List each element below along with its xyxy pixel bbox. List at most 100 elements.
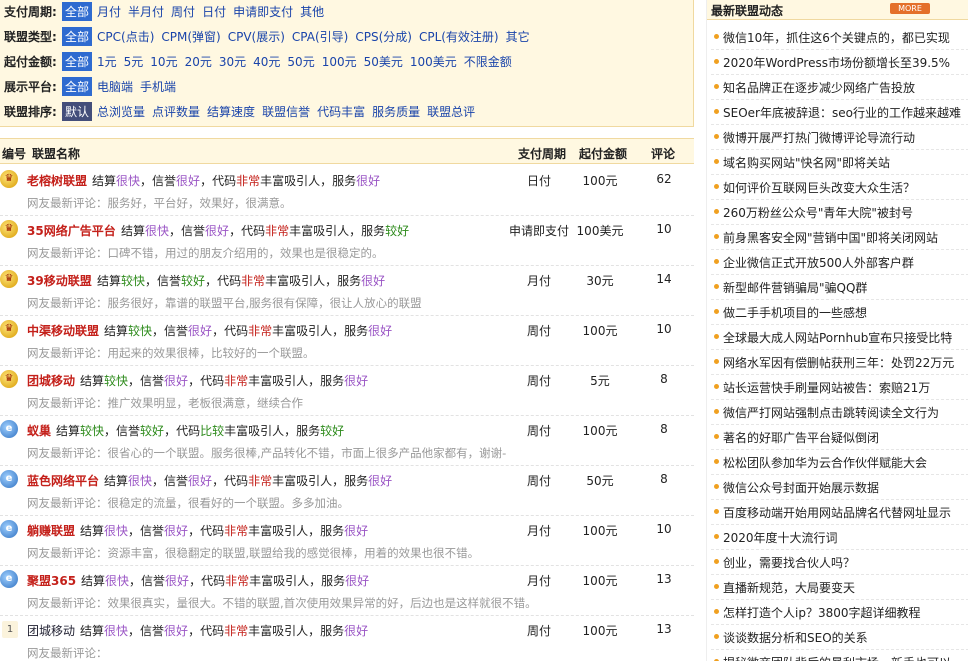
filter-option[interactable]: 点评数量 [152,103,200,120]
filter-option[interactable]: 代码丰富 [317,103,365,120]
news-item[interactable]: 企业微信正式开放500人外部客户群 [711,250,968,275]
alliance-name-link[interactable]: 老榕树联盟 [27,172,87,189]
news-link[interactable]: 260万粉丝公众号"青年大院"被封号 [723,204,913,221]
news-link[interactable]: 揭秘微商团队背后的暴利市场，新手也可以 [723,654,951,661]
news-item[interactable]: 微博开展严打热门微博评论导流行动 [711,125,968,150]
news-link[interactable]: 2020年WordPress市场份额增长至39.5% [723,54,950,71]
filter-option[interactable]: 周付 [171,3,195,20]
news-item[interactable]: 百度移动端开始用网站品牌名代替网址显示 [711,500,968,525]
table-row[interactable]: e 蓝色网络平台 结算很快，信誉很好，代码非常丰富吸引人，服务很好 网友最新评论… [0,466,694,516]
table-row[interactable]: e 蚁巢 结算较快，信誉较好，代码比较丰富吸引人，服务较好 网友最新评论：很省心… [0,416,694,466]
news-item[interactable]: 怎样打造个人ip？3800字超详细教程 [711,600,968,625]
news-link[interactable]: 知名品牌正在逐步减少网络广告投放 [723,79,915,96]
alliance-name-link[interactable]: 中渠移动联盟 [27,322,99,339]
filter-option[interactable]: 日付 [202,3,226,20]
filter-option[interactable]: CPC(点击) [97,28,154,45]
review-count[interactable]: 62 [648,172,680,186]
more-button[interactable]: MORE [890,3,930,14]
review-count[interactable]: 10 [648,222,680,236]
filter-option[interactable]: 全部 [62,26,93,46]
news-link[interactable]: 百度移动端开始用网站品牌名代替网址显示 [723,504,951,521]
news-item[interactable]: 站长运营快手刷量网站被告：索赔21万 [711,375,968,400]
filter-option[interactable]: 100美元 [410,53,457,70]
news-item[interactable]: 直播新规范，大局要变天 [711,575,968,600]
news-item[interactable]: 前身黑客安全网"营销中国"即将关闭网站 [711,225,968,250]
news-link[interactable]: 网络水军因有偿删帖获刑三年：处罚22万元 [723,354,954,371]
alliance-name-link[interactable]: 蚁巢 [27,422,51,439]
news-link[interactable]: 谈谈数据分析和SEO的关系 [723,629,868,646]
news-link[interactable]: 著名的好耶广告平台疑似倒闭 [723,429,879,446]
news-link[interactable]: 2020年度十大流行词 [723,529,838,546]
alliance-name-link[interactable]: 39移动联盟 [27,272,92,289]
filter-option[interactable]: 10元 [150,53,177,70]
news-link[interactable]: 企业微信正式开放500人外部客户群 [723,254,914,271]
filter-option[interactable]: 20元 [185,53,212,70]
news-item[interactable]: 著名的好耶广告平台疑似倒闭 [711,425,968,450]
filter-option[interactable]: 月付 [97,3,121,20]
news-link[interactable]: 微信公众号封面开始展示数据 [723,479,879,496]
table-row[interactable]: ♛ 35网络广告平台 结算很快，信誉很好，代码非常丰富吸引人，服务较好 网友最新… [0,216,694,266]
news-link[interactable]: 前身黑客安全网"营销中国"即将关闭网站 [723,229,938,246]
table-row[interactable]: ♛ 中渠移动联盟 结算较快，信誉很好，代码非常丰富吸引人，服务很好 网友最新评论… [0,316,694,366]
news-item[interactable]: 松松团队参加华为云合作伙伴赋能大会 [711,450,968,475]
news-item[interactable]: 网络水军因有偿删帖获刑三年：处罚22万元 [711,350,968,375]
table-row[interactable]: 1 团城移动 结算很快，信誉很好，代码非常丰富吸引人，服务很好 网友最新评论： … [0,616,694,661]
news-item[interactable]: 全球最大成人网站Pornhub宣布只接受比特 [711,325,968,350]
filter-option[interactable]: 全部 [62,51,93,71]
table-row[interactable]: e 躺赚联盟 结算很快，信誉很好，代码非常丰富吸引人，服务很好 网友最新评论：资… [0,516,694,566]
filter-option[interactable]: 联盟信誉 [262,103,310,120]
filter-option[interactable]: 5元 [124,53,144,70]
news-link[interactable]: 新型邮件营销骗局"骗QQ群 [723,279,867,296]
alliance-name-link[interactable]: 团城移动 [27,372,75,389]
review-count[interactable]: 8 [648,422,680,436]
news-item[interactable]: 揭秘微商团队背后的暴利市场，新手也可以 [711,650,968,661]
news-link[interactable]: 微信10年，抓住这6个关键点的，都已实现 [723,29,950,46]
table-row[interactable]: ♛ 团城移动 结算较快，信誉很好，代码非常丰富吸引人，服务很好 网友最新评论：推… [0,366,694,416]
review-count[interactable]: 14 [648,272,680,286]
review-count[interactable]: 13 [648,572,680,586]
news-link[interactable]: 怎样打造个人ip？3800字超详细教程 [723,604,921,621]
news-item[interactable]: 2020年度十大流行词 [711,525,968,550]
news-item[interactable]: 微信公众号封面开始展示数据 [711,475,968,500]
news-item[interactable]: 域名购买网站"快名网"即将关站 [711,150,968,175]
filter-option[interactable]: CPV(展示) [228,28,285,45]
filter-option[interactable]: 服务质量 [372,103,420,120]
news-item[interactable]: 如何评价互联网巨头改变大众生活？ [711,175,968,200]
filter-option[interactable]: 联盟总评 [427,103,475,120]
news-link[interactable]: 微信严打网站强制点击跳转阅读全文行为 [723,404,939,421]
filter-option[interactable]: 50元 [287,53,314,70]
header-min-amount[interactable]: 起付金额 [579,145,627,162]
news-link[interactable]: 站长运营快手刷量网站被告：索赔21万 [723,379,930,396]
filter-option[interactable]: CPL(有效注册) [419,28,499,45]
news-item[interactable]: SEOer年底被辞退：seo行业的工作越来越难 [711,100,968,125]
filter-option[interactable]: 申请即支付 [233,3,293,20]
news-link[interactable]: SEOer年底被辞退：seo行业的工作越来越难 [723,104,961,121]
news-item[interactable]: 谈谈数据分析和SEO的关系 [711,625,968,650]
alliance-name-link[interactable]: 聚盟365 [27,572,76,589]
filter-option[interactable]: 其它 [506,28,530,45]
filter-option[interactable]: CPS(分成) [355,28,412,45]
news-item[interactable]: 知名品牌正在逐步减少网络广告投放 [711,75,968,100]
news-item[interactable]: 2020年WordPress市场份额增长至39.5% [711,50,968,75]
review-count[interactable]: 10 [648,322,680,336]
alliance-name-link[interactable]: 躺赚联盟 [27,522,75,539]
filter-option[interactable]: 50美元 [364,53,403,70]
filter-option[interactable]: 100元 [322,53,357,70]
table-row[interactable]: ♛ 39移动联盟 结算较快，信誉较好，代码非常丰富吸引人，服务很好 网友最新评论… [0,266,694,316]
review-count[interactable]: 10 [648,522,680,536]
news-item[interactable]: 260万粉丝公众号"青年大院"被封号 [711,200,968,225]
alliance-name-link[interactable]: 团城移动 [27,622,75,639]
filter-option[interactable]: CPM(弹窗) [161,28,220,45]
alliance-name-link[interactable]: 35网络广告平台 [27,222,116,239]
filter-option[interactable]: 全部 [62,76,93,96]
filter-option[interactable]: 30元 [219,53,246,70]
filter-option[interactable]: 手机端 [140,78,176,95]
filter-option[interactable]: 电脑端 [97,78,133,95]
review-count[interactable]: 8 [648,372,680,386]
filter-option[interactable]: 全部 [62,1,93,21]
news-link[interactable]: 如何评价互联网巨头改变大众生活？ [723,179,915,196]
news-link[interactable]: 全球最大成人网站Pornhub宣布只接受比特 [723,329,952,346]
filter-option[interactable]: 其他 [300,3,324,20]
news-link[interactable]: 创业，需要找合伙人吗？ [723,554,855,571]
review-count[interactable]: 13 [648,622,680,636]
